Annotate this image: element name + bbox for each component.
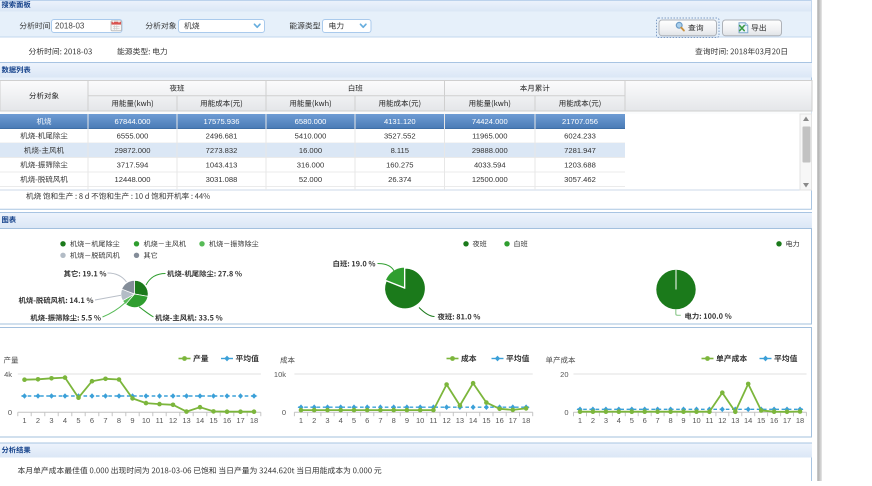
svg-text:12500.000: 12500.000 xyxy=(472,175,508,184)
svg-text:4: 4 xyxy=(617,416,621,425)
svg-text:17575.936: 17575.936 xyxy=(204,117,240,126)
svg-text:6555.000: 6555.000 xyxy=(117,132,149,141)
svg-text:4131.120: 4131.120 xyxy=(384,117,416,126)
svg-text:2: 2 xyxy=(36,416,40,425)
svg-text:8: 8 xyxy=(669,416,673,425)
svg-text:8: 8 xyxy=(117,416,121,425)
svg-text:10: 10 xyxy=(416,416,424,425)
svg-text:20: 20 xyxy=(560,370,568,379)
svg-text:160.275: 160.275 xyxy=(386,161,413,170)
svg-text:6: 6 xyxy=(365,416,369,425)
svg-text:13: 13 xyxy=(731,416,739,425)
svg-text:11: 11 xyxy=(706,416,714,425)
svg-text:67844.000: 67844.000 xyxy=(115,117,151,126)
svg-text:11: 11 xyxy=(430,416,438,425)
svg-text:13: 13 xyxy=(182,416,190,425)
svg-text:8: 8 xyxy=(392,416,396,425)
svg-text:7: 7 xyxy=(103,416,107,425)
svg-text:1043.413: 1043.413 xyxy=(206,161,238,170)
svg-text:11965.000: 11965.000 xyxy=(472,132,507,141)
svg-text:10: 10 xyxy=(142,416,150,425)
svg-text:18: 18 xyxy=(796,416,804,425)
svg-text:0: 0 xyxy=(282,408,286,417)
svg-text:12: 12 xyxy=(442,416,450,425)
svg-text:4k: 4k xyxy=(4,370,12,379)
svg-text:14: 14 xyxy=(744,416,752,425)
svg-text:2496.681: 2496.681 xyxy=(206,132,238,141)
svg-text:1203.688: 1203.688 xyxy=(564,161,596,170)
svg-text:4033.594: 4033.594 xyxy=(474,161,506,170)
svg-text:8.115: 8.115 xyxy=(391,146,409,155)
svg-text:5: 5 xyxy=(76,416,80,425)
svg-text:5410.000: 5410.000 xyxy=(295,132,327,141)
svg-text:9: 9 xyxy=(681,416,685,425)
svg-text:10k: 10k xyxy=(274,370,286,379)
svg-text:9: 9 xyxy=(130,416,134,425)
svg-text:16: 16 xyxy=(495,416,503,425)
svg-text:2: 2 xyxy=(591,416,595,425)
svg-text:74424.000: 74424.000 xyxy=(472,117,508,126)
svg-text:18: 18 xyxy=(522,416,530,425)
svg-text:0: 0 xyxy=(8,408,12,417)
svg-text:0: 0 xyxy=(564,408,568,417)
svg-text:3: 3 xyxy=(49,416,53,425)
svg-text:10: 10 xyxy=(692,416,700,425)
svg-text:29888.000: 29888.000 xyxy=(472,146,508,155)
svg-text:7273.832: 7273.832 xyxy=(206,146,238,155)
svg-text:7281.947: 7281.947 xyxy=(564,146,596,155)
svg-text:1: 1 xyxy=(22,416,26,425)
svg-text:1: 1 xyxy=(578,416,582,425)
svg-text:6024.233: 6024.233 xyxy=(564,132,596,141)
svg-text:12: 12 xyxy=(169,416,177,425)
svg-text:3527.552: 3527.552 xyxy=(384,132,416,141)
svg-text:6580.000: 6580.000 xyxy=(295,117,327,126)
svg-text:26.374: 26.374 xyxy=(388,175,411,184)
svg-text:1: 1 xyxy=(299,416,303,425)
svg-text:4: 4 xyxy=(63,416,67,425)
svg-text:9: 9 xyxy=(405,416,409,425)
svg-text:3: 3 xyxy=(604,416,608,425)
svg-text:17: 17 xyxy=(783,416,791,425)
svg-text:15: 15 xyxy=(209,416,217,425)
svg-text:16: 16 xyxy=(770,416,778,425)
svg-text:3: 3 xyxy=(325,416,329,425)
svg-text:3057.462: 3057.462 xyxy=(564,175,596,184)
svg-text:3717.594: 3717.594 xyxy=(117,161,149,170)
svg-text:11: 11 xyxy=(156,416,164,425)
svg-text:13: 13 xyxy=(456,416,464,425)
svg-text:2: 2 xyxy=(312,416,316,425)
svg-text:21707.056: 21707.056 xyxy=(562,117,598,126)
svg-text:7: 7 xyxy=(378,416,382,425)
svg-text:6: 6 xyxy=(90,416,94,425)
svg-text:16.000: 16.000 xyxy=(299,146,322,155)
svg-text:14: 14 xyxy=(469,416,477,425)
svg-text:3031.088: 3031.088 xyxy=(206,175,238,184)
svg-text:5: 5 xyxy=(630,416,634,425)
svg-text:29872.000: 29872.000 xyxy=(115,146,151,155)
svg-text:4: 4 xyxy=(339,416,343,425)
svg-text:15: 15 xyxy=(482,416,490,425)
svg-text:7: 7 xyxy=(656,416,660,425)
svg-text:14: 14 xyxy=(196,416,204,425)
svg-text:17: 17 xyxy=(509,416,517,425)
svg-text:5: 5 xyxy=(352,416,356,425)
svg-text:6: 6 xyxy=(643,416,647,425)
svg-text:16: 16 xyxy=(223,416,231,425)
svg-text:15: 15 xyxy=(757,416,765,425)
svg-text:12: 12 xyxy=(718,416,726,425)
svg-text:17: 17 xyxy=(236,416,244,425)
svg-text:316.000: 316.000 xyxy=(297,161,324,170)
svg-text:52.000: 52.000 xyxy=(299,175,322,184)
svg-text:2018-03: 2018-03 xyxy=(55,22,85,31)
svg-text:12448.000: 12448.000 xyxy=(115,175,151,184)
svg-text:18: 18 xyxy=(250,416,258,425)
